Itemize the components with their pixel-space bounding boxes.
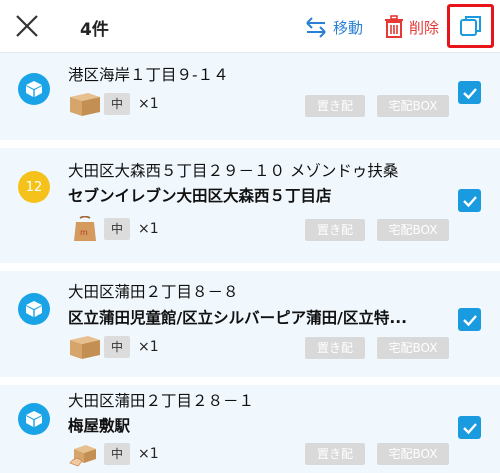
delivery-box-tag: 宅配BOX [377,443,449,465]
place-name: セブンイレブン大田区大森西５丁目店 [68,187,332,205]
package-marker [18,403,50,435]
list-item[interactable]: 大田区蒲田２丁目８－８ 区立蒲田児童館/区立シルバーピア蒲田/区立特... 中 … [0,271,500,385]
checkmark-icon [462,422,477,434]
address: 大田区蒲田２丁目２８－１ [68,392,255,410]
item-checkbox[interactable] [458,416,481,439]
paper-bag-icon: m [74,216,96,241]
checkmark-icon [462,314,477,326]
item-checkbox[interactable] [458,81,481,104]
list-item[interactable]: 12 大田区大森西５丁目２９－１０ メゾンドゥ扶桑 セブンイレブン大田区大森西５… [0,148,500,271]
number-marker: 12 [18,171,50,203]
delivery-box-tag: 宅配BOX [377,219,449,241]
size-badge: 中 [104,336,131,358]
address: 大田区大森西５丁目２９－１０ メゾンドゥ扶桑 [68,162,399,180]
delivery-box-tag: 宅配BOX [377,95,449,117]
package-marker [18,73,50,105]
delete-button[interactable]: 削除 [383,12,439,42]
package-info: 中 ×1 [68,334,159,360]
swap-arrows-icon [306,17,326,38]
okihai-tag: 置き配 [305,443,365,465]
list-item[interactable]: 大田区蒲田２丁目２８－１ 梅屋敷駅 中 ×1 置き配 宅配BOX [0,385,500,473]
selected-count: 4件 [80,20,109,40]
delivery-list: 港区海岸１丁目９-１４ 中 ×1 置き配 宅配BOX 12 大田区大森西５丁目２… [0,53,500,473]
cardboard-box-icon [70,93,100,116]
quantity: ×1 [138,221,159,237]
package-icon [26,301,42,317]
okihai-tag: 置き配 [305,219,365,241]
size-badge: 中 [104,218,131,240]
package-info: m 中 ×1 [68,216,159,242]
place-name: 区立蒲田児童館/区立シルバーピア蒲田/区立特... [68,309,407,327]
delivery-box-tag: 宅配BOX [377,337,449,359]
okihai-tag: 置き配 [305,95,365,117]
place-name: 梅屋敷駅 [68,417,131,435]
size-badge: 中 [104,93,131,115]
delete-label: 削除 [409,18,440,37]
move-button[interactable]: 移動 [303,12,363,42]
close-button[interactable] [12,11,42,41]
close-icon [16,15,38,37]
okihai-tag: 置き配 [305,337,365,359]
item-checkbox[interactable] [458,308,481,331]
package-icon [26,411,42,427]
address: 港区海岸１丁目９-１４ [68,66,229,84]
quantity: ×1 [138,96,159,112]
size-badge: 中 [104,443,131,465]
move-label: 移動 [333,18,364,37]
checkmark-icon [462,195,477,207]
quantity: ×1 [138,446,159,462]
package-marker [18,293,50,325]
hand-package-icon [69,445,96,467]
select-all-button[interactable] [447,4,494,48]
list-item[interactable]: 港区海岸１丁目９-１４ 中 ×1 置き配 宅配BOX [0,53,500,148]
quantity: ×1 [138,339,159,355]
app-header: 4件 移動 削除 [0,0,500,53]
checkmark-icon [462,87,477,99]
item-checkbox[interactable] [458,189,481,212]
package-info: 中 ×1 [68,91,159,117]
copy-squares-icon [459,16,481,36]
cardboard-box-icon [70,336,100,359]
trash-icon [385,15,403,38]
svg-text:m: m [80,228,88,237]
address: 大田区蒲田２丁目８－８ [68,283,239,301]
package-info: 中 ×1 [68,441,159,467]
package-icon [26,81,42,97]
